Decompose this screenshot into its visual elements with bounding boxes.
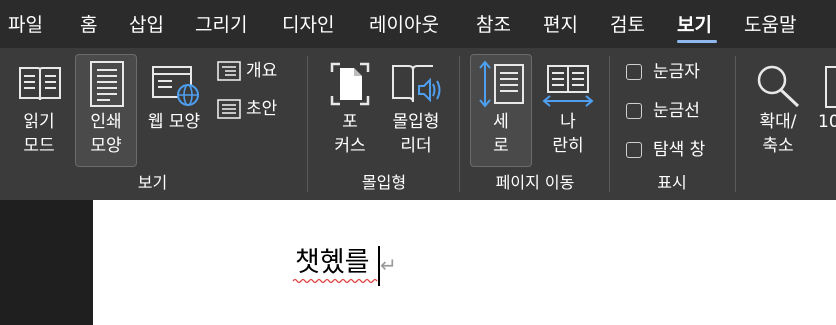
navigation-pane-checkbox-box[interactable] — [626, 142, 642, 158]
magnifier-icon — [757, 65, 800, 108]
ruler-label: 눈금자 — [653, 62, 700, 82]
tab-mailings[interactable]: 편지 — [543, 12, 578, 38]
tab-review[interactable]: 검토 — [610, 12, 645, 38]
gridlines-checkbox[interactable]: 눈금선 — [622, 99, 722, 123]
side-by-side-label-1: 나 — [560, 112, 576, 132]
views-group-label: 보기 — [137, 173, 168, 192]
group-separator — [609, 56, 610, 192]
menu-bar: 파일 홈 삽입 그리기 디자인 레이아웃 참조 편지 검토 보기 도움말 — [0, 0, 836, 48]
tab-draw[interactable]: 그리기 — [195, 12, 247, 38]
read-mode-icon — [19, 67, 61, 101]
document-text[interactable]: 챗혰를 — [295, 243, 370, 283]
immersive-group-label: 몰입형 — [361, 173, 407, 192]
navigation-pane-checkbox[interactable]: 탐색 창 — [622, 138, 722, 162]
focus-label-2: 커스 — [334, 136, 366, 156]
tab-layout[interactable]: 레이아웃 — [369, 12, 439, 38]
tab-file[interactable]: 파일 — [8, 12, 43, 38]
tab-references[interactable]: 참조 — [476, 12, 511, 38]
vertical-label-1: 세 — [493, 112, 509, 132]
side-by-side-label-2: 란히 — [552, 136, 584, 156]
read-mode-label-2: 모드 — [23, 136, 55, 156]
group-separator — [307, 56, 308, 192]
side-by-side-icon — [542, 65, 594, 107]
tab-insert[interactable]: 삽입 — [129, 12, 164, 38]
outline-icon — [217, 61, 241, 81]
zoom-label-2: 축소 — [762, 136, 794, 156]
web-layout-icon — [152, 66, 199, 106]
vertical-button[interactable]: 세 로 — [470, 54, 532, 167]
tab-help[interactable]: 도움말 — [744, 12, 796, 38]
active-tab-indicator — [677, 40, 717, 43]
tab-home[interactable]: 홈 — [80, 12, 97, 38]
print-layout-button[interactable]: 인쇄 모양 — [75, 54, 137, 167]
print-layout-icon — [90, 61, 124, 107]
group-separator — [459, 56, 460, 192]
page-movement-group-label: 페이지 이동 — [495, 173, 575, 192]
vertical-label-2: 로 — [493, 136, 509, 156]
document-page[interactable] — [93, 200, 836, 325]
draft-button[interactable]: 초안 — [213, 96, 285, 124]
print-layout-label-1: 인쇄 — [90, 112, 122, 132]
show-group-label: 표시 — [657, 173, 687, 192]
ribbon: 읽기 모드 인쇄 모양 웹 모양 개요 초안 보기 포 커스 몰입형 리더 몰입… — [0, 48, 836, 200]
tab-design[interactable]: 디자인 — [282, 12, 334, 38]
ruler-checkbox-box[interactable] — [626, 64, 642, 80]
immersive-reader-label-2: 리더 — [400, 136, 432, 156]
ruler-checkbox[interactable]: 눈금자 — [622, 60, 722, 84]
zoom-100-label: 10 — [818, 112, 836, 132]
vertical-page-icon — [479, 60, 524, 108]
gridlines-label: 눈금선 — [653, 101, 700, 121]
draft-label: 초안 — [246, 99, 278, 119]
navigation-pane-label: 탐색 창 — [653, 140, 706, 160]
page-100-icon — [825, 66, 836, 108]
zoom-label-1: 확대/ — [759, 112, 797, 132]
outline-button[interactable]: 개요 — [213, 58, 285, 86]
draft-icon — [217, 99, 241, 119]
print-layout-label-2: 모양 — [90, 136, 122, 156]
tab-view[interactable]: 보기 — [677, 12, 712, 38]
focus-label-1: 포 — [342, 112, 358, 132]
web-layout-label: 웹 모양 — [147, 112, 201, 132]
focus-icon — [330, 62, 370, 106]
immersive-reader-icon — [392, 65, 441, 103]
read-mode-label-1: 읽기 — [23, 112, 55, 132]
spelling-error-underline — [292, 278, 378, 284]
paragraph-mark: ↵ — [380, 253, 397, 277]
gridlines-checkbox-box[interactable] — [626, 103, 642, 119]
group-separator — [735, 56, 736, 192]
outline-label: 개요 — [246, 61, 278, 81]
immersive-reader-label-1: 몰입형 — [392, 112, 440, 132]
